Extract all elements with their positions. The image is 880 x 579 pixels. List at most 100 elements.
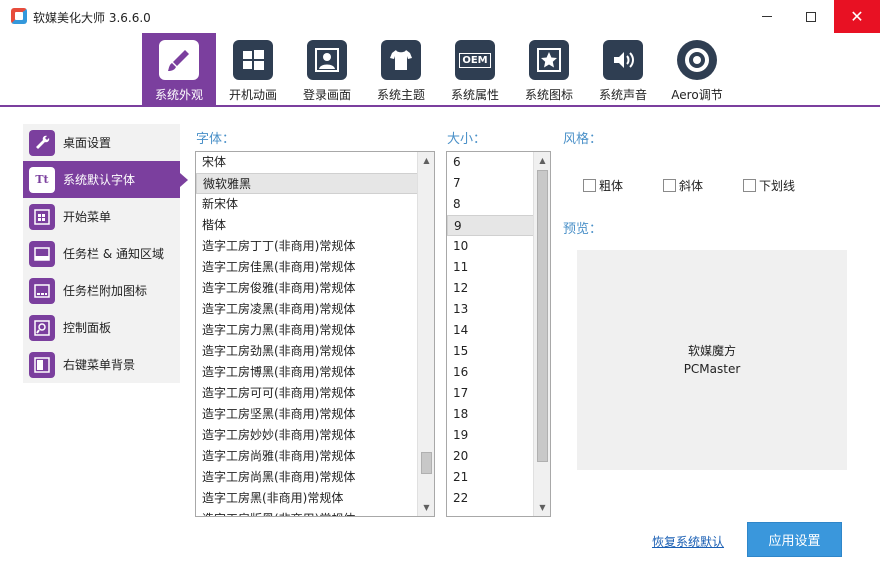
checkbox-label: 粗体 <box>599 179 624 193</box>
scroll-down-icon[interactable]: ▼ <box>418 499 434 516</box>
minimize-button[interactable] <box>744 0 790 33</box>
wrench-icon <box>29 129 55 156</box>
tab-label: 系统声音 <box>598 88 647 102</box>
font-list-item[interactable]: 造字工房丁丁(非商用)常规体 <box>196 236 434 257</box>
preview-panel: 软媒魔方 PCMaster <box>577 250 847 470</box>
sidebar-item-context-menu-bg[interactable]: 右键菜单背景 <box>23 346 180 383</box>
font-list-item[interactable]: 造字工房博黑(非商用)常规体 <box>196 362 434 383</box>
close-button[interactable]: ✕ <box>834 0 880 33</box>
main-toolbar: 系统外观 开机动画 登录画面 系统主题 OEM 系统属性 系统图标 系统声音 A… <box>0 33 880 107</box>
size-listbox[interactable]: 6 7 8 9 10 11 12 13 14 15 16 17 18 19 20 21 22 ▲ ▼ <box>446 151 551 517</box>
underline-checkbox[interactable]: 下划线 <box>743 177 795 194</box>
font-list-item[interactable]: 造字工房俊雅(非商用)常规体 <box>196 278 434 299</box>
sidebar-item-label: 系统默认字体 <box>63 173 136 187</box>
font-list-item[interactable]: 造字工房坚黑(非商用)常规体 <box>196 404 434 425</box>
sidebar-item-label: 任务栏 & 通知区域 <box>63 247 164 261</box>
window-title: 软媒美化大师 3.6.6.0 <box>33 11 151 25</box>
font-icon-text: Tt <box>35 173 49 186</box>
maximize-icon <box>806 11 816 22</box>
scroll-up-icon[interactable]: ▲ <box>418 152 434 169</box>
tab-label: 系统外观 <box>154 88 203 102</box>
checkbox-label: 下划线 <box>759 179 796 193</box>
context-menu-icon <box>29 351 55 378</box>
font-list-item[interactable]: 宋体 <box>196 152 434 173</box>
preview-label: 预览： <box>563 222 603 237</box>
tab-system-icons[interactable]: 系统图标 <box>512 33 586 107</box>
italic-checkbox[interactable]: 斜体 <box>663 177 703 194</box>
font-list-item[interactable]: 造字工房尚雅(非商用)常规体 <box>196 446 434 467</box>
star-icon <box>529 40 569 80</box>
tab-label: Aero调节 <box>671 88 723 102</box>
scroll-thumb[interactable] <box>421 452 432 474</box>
tab-boot-animation[interactable]: 开机动画 <box>216 33 290 107</box>
oem-icon: OEM <box>455 40 495 80</box>
sidebar-item-desktop-settings[interactable]: 桌面设置 <box>23 124 180 161</box>
tab-aero-adjust[interactable]: Aero调节 <box>660 33 734 107</box>
tab-label: 登录画面 <box>302 88 351 102</box>
control-panel-icon <box>29 314 55 341</box>
sidebar-item-control-panel[interactable]: 控制面板 <box>23 309 180 346</box>
font-list-item[interactable]: 造字工房凌黑(非商用)常规体 <box>196 299 434 320</box>
scroll-up-icon[interactable]: ▲ <box>534 152 550 169</box>
font-list-item[interactable]: 造字工房妙妙(非商用)常规体 <box>196 425 434 446</box>
sidebar-item-taskbar-extra[interactable]: 任务栏附加图标 <box>23 272 180 309</box>
checkbox-box[interactable] <box>663 179 676 192</box>
sidebar-item-label: 右键菜单背景 <box>63 358 136 372</box>
windows-logo-icon <box>233 40 273 80</box>
user-icon <box>307 40 347 80</box>
taskbar-icon <box>29 240 55 267</box>
sidebar-item-label: 桌面设置 <box>63 136 112 150</box>
font-scrollbar[interactable]: ▲ ▼ <box>417 152 434 516</box>
sidebar: 桌面设置 Tt 系统默认字体 开始菜单 任务栏 & 通知区域 任务栏附加图标 控… <box>23 124 188 383</box>
font-list-item[interactable]: 楷体 <box>196 215 434 236</box>
sidebar-item-taskbar-notify[interactable]: 任务栏 & 通知区域 <box>23 235 180 272</box>
close-icon: ✕ <box>850 6 864 26</box>
tab-system-properties[interactable]: OEM 系统属性 <box>438 33 512 107</box>
app-logo-icon <box>11 8 27 24</box>
font-list-item[interactable]: 造字工房劲黑(非商用)常规体 <box>196 341 434 362</box>
style-label: 风格： <box>563 132 603 147</box>
font-list-item[interactable]: 微软雅黑 <box>196 173 434 194</box>
font-list-item[interactable]: 造字工房尚黑(非商用)常规体 <box>196 467 434 488</box>
tab-label: 系统属性 <box>450 88 499 102</box>
font-list-item[interactable]: 造字工房版黑(非商用)常规体 <box>196 509 434 516</box>
sidebar-item-label: 控制面板 <box>63 321 112 335</box>
maximize-button[interactable] <box>788 0 834 33</box>
checkbox-label: 斜体 <box>679 179 704 193</box>
tab-login-screen[interactable]: 登录画面 <box>290 33 364 107</box>
tab-label: 系统主题 <box>376 88 425 102</box>
tab-label: 系统图标 <box>524 88 573 102</box>
sidebar-item-label: 开始菜单 <box>63 210 112 224</box>
font-listbox[interactable]: 宋体 微软雅黑 新宋体 楷体 造字工房丁丁(非商用)常规体 造字工房佳黑(非商用)常规体造… <box>195 151 435 517</box>
checkbox-box[interactable] <box>583 179 596 192</box>
tab-system-sounds[interactable]: 系统声音 <box>586 33 660 107</box>
preview-line-2: PCMaster <box>683 362 741 376</box>
sidebar-item-label: 任务栏附加图标 <box>63 284 148 298</box>
sidebar-item-start-menu[interactable]: 开始菜单 <box>23 198 180 235</box>
checkbox-box[interactable] <box>743 179 756 192</box>
aero-icon <box>677 40 717 80</box>
reset-default-link[interactable]: 恢复系统默认 <box>652 533 724 550</box>
tab-system-appearance[interactable]: 系统外观 <box>142 33 216 107</box>
speaker-icon <box>603 40 643 80</box>
scroll-thumb[interactable] <box>537 170 548 462</box>
sidebar-item-default-font[interactable]: Tt 系统默认字体 <box>23 161 188 198</box>
font-list-item[interactable]: 造字工房力黑(非商用)常规体 <box>196 320 434 341</box>
brush-icon <box>159 40 199 80</box>
bold-checkbox[interactable]: 粗体 <box>583 177 623 194</box>
taskbar-extra-icon <box>29 277 55 304</box>
tab-label: 开机动画 <box>228 88 277 102</box>
apply-settings-button[interactable]: 应用设置 <box>747 522 842 557</box>
font-list-item[interactable]: 造字工房佳黑(非商用)常规体 <box>196 257 434 278</box>
font-list-item[interactable]: 造字工房可可(非商用)常规体 <box>196 383 434 404</box>
font-list-rows: 宋体 微软雅黑 新宋体 楷体 造字工房丁丁(非商用)常规体 造字工房佳黑(非商用)常规体造… <box>196 152 434 516</box>
start-menu-icon <box>29 203 55 230</box>
scroll-down-icon[interactable]: ▼ <box>534 499 550 516</box>
font-icon: Tt <box>29 166 55 193</box>
font-list-item[interactable]: 新宋体 <box>196 194 434 215</box>
font-list-item[interactable]: 造字工房黑(非商用)常规体 <box>196 488 434 509</box>
tab-system-theme[interactable]: 系统主题 <box>364 33 438 107</box>
title-bar: 软媒美化大师 3.6.6.0 ✕ <box>0 0 880 33</box>
oem-text: OEM <box>459 52 491 68</box>
size-scrollbar[interactable]: ▲ ▼ <box>533 152 550 516</box>
